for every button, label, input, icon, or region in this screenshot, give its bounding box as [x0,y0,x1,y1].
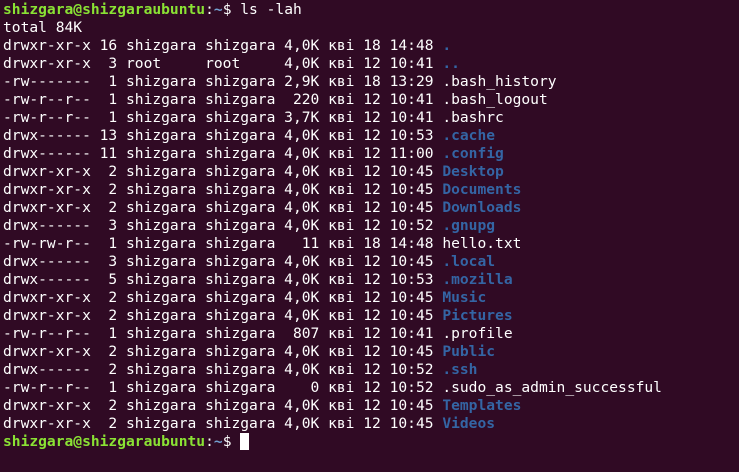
entry-metadata: drwxr-xr-x 2 shizgara shizgara 4,0K кві … [3,415,443,432]
entry-metadata: drwxr-xr-x 2 shizgara shizgara 4,0K кві … [3,307,443,324]
file-name: hello.txt [442,235,522,252]
file-name: .bash_logout [442,91,548,108]
prompt-path: ~ [213,433,223,450]
entry-metadata: -rw-rw-r-- 1 shizgara shizgara 11 кві 18… [3,235,443,252]
entry-metadata: drwxr-xr-x 2 shizgara shizgara 4,0K кві … [3,163,443,180]
listing-row: drwx------ 11 shizgara shizgara 4,0K кві… [3,145,739,163]
prompt-symbol: $ [222,433,241,450]
entry-metadata: drwxr-xr-x 3 root root 4,0K кві 12 10:41 [3,55,443,72]
entry-metadata: drwx------ 2 shizgara shizgara 4,0K кві … [3,361,443,378]
listing-row: drwxr-xr-x 2 shizgara shizgara 4,0K кві … [3,181,739,199]
listing-row: drwxr-xr-x 16 shizgara shizgara 4,0K кві… [3,37,739,55]
directory-name: Pictures [442,307,513,324]
listing-row: drwxr-xr-x 2 shizgara shizgara 4,0K кві … [3,307,739,325]
directory-name: Templates [442,397,522,414]
directory-name: .gnupg [442,217,496,234]
listing-row: -rw-r--r-- 1 shizgara shizgara 220 кві 1… [3,91,739,109]
file-name: .profile [442,325,513,342]
listing-row: drwxr-xr-x 2 shizgara shizgara 4,0K кві … [3,289,739,307]
prompt-user-host: shizgara@shizgaraubuntu [3,1,206,18]
listing-row: drwxr-xr-x 2 shizgara shizgara 4,0K кві … [3,199,739,217]
listing-row: drwxr-xr-x 2 shizgara shizgara 4,0K кві … [3,415,739,433]
listing-row: drwxr-xr-x 2 shizgara shizgara 4,0K кві … [3,163,739,181]
listing-row: -rw-r--r-- 1 shizgara shizgara 807 кві 1… [3,325,739,343]
entry-metadata: drwxr-xr-x 2 shizgara shizgara 4,0K кві … [3,343,443,360]
listing-row: drwxr-xr-x 3 root root 4,0K кві 12 10:41… [3,55,739,73]
listing-row: drwxr-xr-x 2 shizgara shizgara 4,0K кві … [3,397,739,415]
entry-metadata: -rw-r--r-- 1 shizgara shizgara 3,7K кві … [3,109,443,126]
file-name: .bashrc [442,109,504,126]
directory-name: Downloads [442,199,522,216]
directory-name: Videos [442,415,496,432]
entry-metadata: drwxr-xr-x 2 shizgara shizgara 4,0K кві … [3,199,443,216]
directory-name: Desktop [442,163,504,180]
prompt-separator: : [205,1,214,18]
entry-metadata: drwxr-xr-x 16 shizgara shizgara 4,0K кві… [3,37,443,54]
terminal-window[interactable]: shizgara@shizgaraubuntu:~$ ls -lah total… [0,0,739,472]
listing-row: -rw------- 1 shizgara shizgara 2,9K кві … [3,73,739,91]
entry-metadata: drwx------ 5 shizgara shizgara 4,0K кві … [3,271,443,288]
file-listing: drwxr-xr-x 16 shizgara shizgara 4,0K кві… [3,37,739,433]
directory-name: Music [442,289,487,306]
prompt-path: ~ [213,1,223,18]
directory-name: .config [442,145,504,162]
directory-name: .cache [442,127,496,144]
entry-metadata: drwxr-xr-x 2 shizgara shizgara 4,0K кві … [3,289,443,306]
listing-row: drwx------ 3 shizgara shizgara 4,0K кві … [3,217,739,235]
command-text: ls -lah [240,1,302,18]
prompt-separator: : [205,433,214,450]
listing-row: drwx------ 3 shizgara shizgara 4,0K кві … [3,253,739,271]
entry-metadata: drwxr-xr-x 2 shizgara shizgara 4,0K кві … [3,181,443,198]
directory-name: Documents [442,181,522,198]
entry-metadata: -rw------- 1 shizgara shizgara 2,9K кві … [3,73,443,90]
listing-row: -rw-r--r-- 1 shizgara shizgara 0 кві 12 … [3,379,739,397]
command-line: shizgara@shizgaraubuntu:~$ ls -lah [3,1,739,19]
text-cursor[interactable] [240,433,250,450]
directory-name: .mozilla [442,271,513,288]
entry-metadata: drwx------ 13 shizgara shizgara 4,0K кві… [3,127,443,144]
entry-metadata: drwx------ 11 shizgara shizgara 4,0K кві… [3,145,443,162]
directory-name: .. [442,55,460,72]
listing-row: drwx------ 5 shizgara shizgara 4,0K кві … [3,271,739,289]
file-name: .bash_history [442,73,557,90]
active-prompt-line[interactable]: shizgara@shizgaraubuntu:~$ [3,433,739,451]
prompt-user-host: shizgara@shizgaraubuntu [3,433,206,450]
file-name: .sudo_as_admin_successful [442,379,662,396]
directory-name: Public [442,343,496,360]
prompt-symbol: $ [222,1,241,18]
listing-row: -rw-rw-r-- 1 shizgara shizgara 11 кві 18… [3,235,739,253]
entry-metadata: drwxr-xr-x 2 shizgara shizgara 4,0K кві … [3,397,443,414]
total-line: total 84K [3,19,83,36]
listing-row: drwx------ 2 shizgara shizgara 4,0K кві … [3,361,739,379]
entry-metadata: -rw-r--r-- 1 shizgara shizgara 220 кві 1… [3,91,443,108]
listing-row: -rw-r--r-- 1 shizgara shizgara 3,7K кві … [3,109,739,127]
entry-metadata: drwx------ 3 shizgara shizgara 4,0K кві … [3,217,443,234]
listing-row: drwx------ 13 shizgara shizgara 4,0K кві… [3,127,739,145]
entry-metadata: -rw-r--r-- 1 shizgara shizgara 0 кві 12 … [3,379,443,396]
directory-name: .local [442,253,496,270]
entry-metadata: -rw-r--r-- 1 shizgara shizgara 807 кві 1… [3,325,443,342]
directory-name: . [442,37,452,54]
listing-row: drwxr-xr-x 2 shizgara shizgara 4,0K кві … [3,343,739,361]
entry-metadata: drwx------ 3 shizgara shizgara 4,0K кві … [3,253,443,270]
directory-name: .ssh [442,361,478,378]
